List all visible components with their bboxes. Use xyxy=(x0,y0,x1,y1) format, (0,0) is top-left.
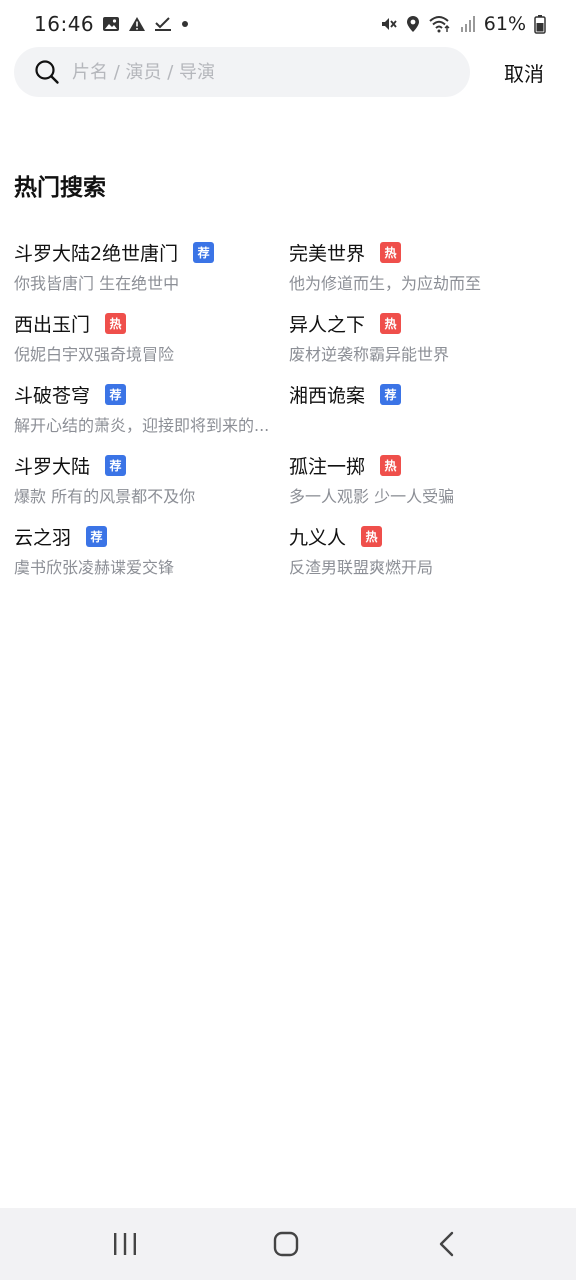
recent-apps-icon[interactable] xyxy=(112,1230,138,1262)
search-icon xyxy=(34,59,60,85)
hot-search-name: 孤注一掷 xyxy=(289,455,366,478)
image-icon xyxy=(102,16,120,32)
hot-search-desc: 倪妮白宇双强奇境冒险 xyxy=(14,345,175,364)
hot-search-item[interactable]: 湘西诡案荐 xyxy=(289,380,562,431)
hot-search-name: 云之羽 xyxy=(14,526,72,549)
hot-badge: 热 xyxy=(380,241,402,263)
search-page: 16:46 61% 片名 / 演员 / 导演 取消 热门搜索 斗罗大陆2绝世唐门… xyxy=(0,0,576,1280)
hot-search-desc: 你我皆唐门 生在绝世中 xyxy=(14,274,180,293)
hot-search-desc: 多一人观影 少一人受骗 xyxy=(289,487,455,506)
hot-search-name-row: 斗破苍穹荐 xyxy=(14,380,289,408)
hot-search-name-row: 孤注一掷热 xyxy=(289,451,562,479)
hot-search-item[interactable]: 斗破苍穹荐解开心结的萧炎，迎接即将到来的... xyxy=(14,380,289,435)
back-icon[interactable] xyxy=(436,1230,458,1262)
recommend-badge: 荐 xyxy=(105,454,127,476)
recommend-badge: 荐 xyxy=(86,525,108,547)
hot-search-name: 斗罗大陆2绝世唐门 xyxy=(14,242,179,265)
dot-icon xyxy=(180,19,190,29)
navigation-bar xyxy=(0,1208,576,1280)
hot-badge: 热 xyxy=(361,525,383,547)
search-box[interactable] xyxy=(14,47,470,97)
hot-search-name-row: 异人之下热 xyxy=(289,309,562,337)
hot-search-item[interactable]: 完美世界热他为修道而生，为应劫而至 xyxy=(289,238,562,293)
recommend-badge: 荐 xyxy=(380,383,402,405)
hot-search-item[interactable]: 九义人热反渣男联盟爽燃开局 xyxy=(289,522,562,577)
hot-search-item[interactable]: 斗罗大陆2绝世唐门荐你我皆唐门 生在绝世中 xyxy=(14,238,289,293)
alert-icon xyxy=(128,16,146,32)
hot-search-name-row: 斗罗大陆2绝世唐门荐 xyxy=(14,238,289,266)
status-right: 61% xyxy=(380,13,546,35)
hot-search-name: 西出玉门 xyxy=(14,313,91,336)
hot-search-name-row: 湘西诡案荐 xyxy=(289,380,562,408)
hot-search-name-row: 九义人热 xyxy=(289,522,562,550)
mute-icon xyxy=(380,15,398,33)
hot-search-item[interactable]: 异人之下热废材逆袭称霸异能世界 xyxy=(289,309,562,364)
cancel-button[interactable]: 取消 xyxy=(504,58,544,87)
hot-search-desc: 虞书欣张凌赫谍爱交锋 xyxy=(14,558,175,577)
hot-search-name: 斗罗大陆 xyxy=(14,455,91,478)
hot-search-name-row: 云之羽荐 xyxy=(14,522,289,550)
hot-search-title: 热门搜索 xyxy=(14,175,106,201)
recommend-badge: 荐 xyxy=(105,383,127,405)
status-time: 16:46 xyxy=(34,12,95,36)
search-row: 取消 xyxy=(14,47,562,97)
hot-search-item[interactable]: 西出玉门热倪妮白宇双强奇境冒险 xyxy=(14,309,289,364)
status-bar: 16:46 61% xyxy=(0,0,576,48)
hot-search-name: 九义人 xyxy=(289,526,347,549)
battery-icon xyxy=(534,14,546,34)
home-icon[interactable] xyxy=(272,1230,300,1262)
location-icon xyxy=(406,15,420,33)
hot-search-name: 湘西诡案 xyxy=(289,384,366,407)
hot-search-item[interactable]: 孤注一掷热多一人观影 少一人受骗 xyxy=(289,451,562,506)
hot-search-name: 异人之下 xyxy=(289,313,366,336)
search-input[interactable] xyxy=(72,61,432,83)
battery-percent: 61% xyxy=(483,13,526,35)
wifi-icon xyxy=(428,15,452,33)
hot-search-desc: 废材逆袭称霸异能世界 xyxy=(289,345,450,364)
hot-search-desc: 爆款 所有的风景都不及你 xyxy=(14,487,196,506)
signal-icon xyxy=(460,15,476,33)
hot-badge: 热 xyxy=(105,312,127,334)
check-icon xyxy=(154,16,172,32)
hot-search-list: 斗罗大陆2绝世唐门荐你我皆唐门 生在绝世中 完美世界热他为修道而生，为应劫而至 西出… xyxy=(14,238,562,577)
hot-search-desc: 他为修道而生，为应劫而至 xyxy=(289,274,482,293)
hot-search-item[interactable]: 云之羽荐虞书欣张凌赫谍爱交锋 xyxy=(14,522,289,577)
hot-search-item[interactable]: 斗罗大陆荐爆款 所有的风景都不及你 xyxy=(14,451,289,506)
hot-search-desc: 反渣男联盟爽燃开局 xyxy=(289,558,434,577)
hot-search-name: 完美世界 xyxy=(289,242,366,265)
hot-search-desc: 解开心结的萧炎，迎接即将到来的... xyxy=(14,416,270,435)
hot-badge: 热 xyxy=(380,312,402,334)
recommend-badge: 荐 xyxy=(193,241,215,263)
status-left: 16:46 xyxy=(34,12,190,36)
hot-search-name-row: 斗罗大陆荐 xyxy=(14,451,289,479)
hot-search-name-row: 完美世界热 xyxy=(289,238,562,266)
hot-search-name: 斗破苍穹 xyxy=(14,384,91,407)
hot-badge: 热 xyxy=(380,454,402,476)
hot-search-name-row: 西出玉门热 xyxy=(14,309,289,337)
